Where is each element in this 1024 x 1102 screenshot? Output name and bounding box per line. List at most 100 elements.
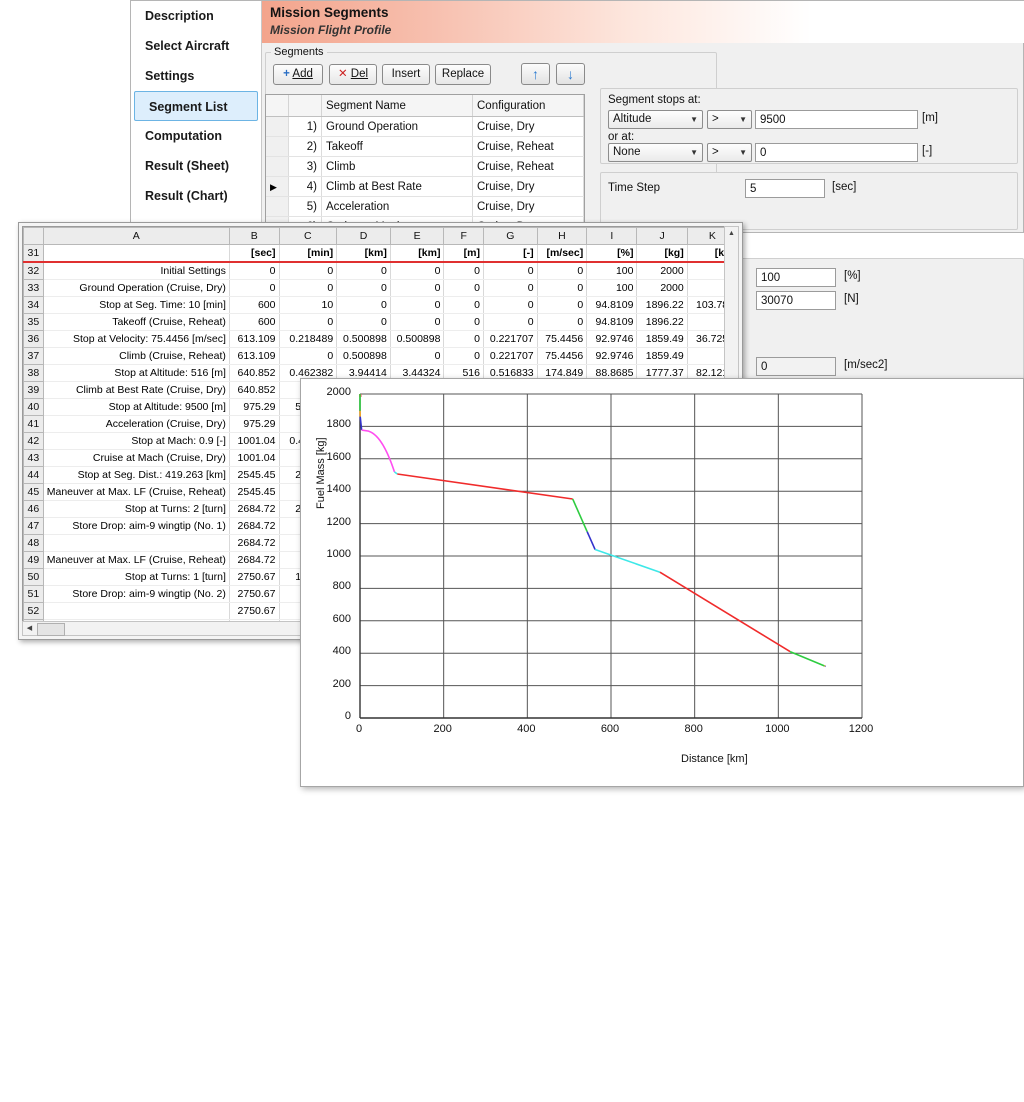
spreadsheet-cell[interactable]: Initial Settings [43,262,229,280]
spreadsheet-cell[interactable]: 92.9746 [587,331,637,348]
spreadsheet-cell[interactable]: Stop at Turns: 1 [turn] [43,569,229,586]
segment-name-cell[interactable]: Climb at Best Rate [322,177,473,197]
time-step-input[interactable] [745,179,825,198]
spreadsheet-row[interactable]: 34Stop at Seg. Time: 10 [min]60010000009… [24,297,738,314]
spreadsheet-cell[interactable]: 2750.67 [229,586,279,603]
row-header[interactable]: 31 [24,245,44,263]
primary-stop-variable-select[interactable]: Altitude▼ [608,110,703,129]
spreadsheet-cell[interactable]: 0.218489 [279,331,337,348]
spreadsheet-cell[interactable]: Cruise at Mach (Cruise, Dry) [43,450,229,467]
spreadsheet-cell[interactable]: 2684.72 [229,501,279,518]
spreadsheet-cell[interactable]: 2684.72 [229,552,279,569]
spreadsheet-cell[interactable]: Climb at Best Rate (Cruise, Dry) [43,382,229,399]
row-header[interactable]: 39 [24,382,44,399]
row-header[interactable]: 34 [24,297,44,314]
spreadsheet-cell[interactable]: 1001.04 [229,450,279,467]
segment-name-cell[interactable]: Takeoff [322,137,473,157]
spreadsheet-cell[interactable]: 0 [229,280,279,297]
spreadsheet-cell[interactable]: 0 [444,314,484,331]
row-header[interactable]: 36 [24,331,44,348]
thrust-newton-input[interactable] [756,291,836,310]
horizontal-scrollbar-thumb[interactable] [37,623,65,636]
spreadsheet-cell[interactable]: 2545.45 [229,484,279,501]
unit-cell[interactable]: [m] [444,245,484,263]
throttle-percent-input[interactable] [756,268,836,287]
spreadsheet-cell[interactable]: 0 [444,331,484,348]
spreadsheet-cell[interactable]: 0 [337,262,391,280]
scroll-left-icon[interactable]: ◀ [23,622,36,635]
move-up-button[interactable]: ↑ [521,63,550,85]
column-header-D[interactable]: D [337,228,391,245]
spreadsheet-cell[interactable]: 92.9746 [587,348,637,365]
spreadsheet-cell[interactable]: 975.29 [229,416,279,433]
table-row[interactable]: 1)Ground OperationCruise, Dry [266,117,584,137]
spreadsheet-row[interactable]: 33Ground Operation (Cruise, Dry)00000001… [24,280,738,297]
configuration-cell-selected[interactable]: Cruise, Dry [473,177,584,197]
spreadsheet-cell[interactable]: 0 [390,348,444,365]
table-row[interactable]: 3)ClimbCruise, Reheat [266,157,584,177]
spreadsheet-cell[interactable]: 75.4456 [537,331,587,348]
spreadsheet-cell[interactable]: 613.109 [229,331,279,348]
spreadsheet-cell[interactable]: 100 [587,262,637,280]
row-header[interactable]: 47 [24,518,44,535]
secondary-stop-variable-select[interactable]: None▼ [608,143,703,162]
spreadsheet-cell[interactable]: Stop at Mach: 0.9 [-] [43,433,229,450]
spreadsheet-cell[interactable]: 2545.45 [229,467,279,484]
spreadsheet-cell[interactable]: Climb (Cruise, Reheat) [43,348,229,365]
spreadsheet-cell[interactable]: 0 [229,262,279,280]
sidebar-item-segment-list[interactable]: Segment List [134,91,258,121]
sidebar-item-description[interactable]: Description [131,1,261,31]
row-header[interactable]: 33 [24,280,44,297]
spreadsheet-cell[interactable]: 0 [444,262,484,280]
spreadsheet-row[interactable]: 37Climb (Cruise, Reheat)613.10900.500898… [24,348,738,365]
spreadsheet-cell[interactable]: 1001.04 [229,433,279,450]
spreadsheet-cell[interactable]: 0 [537,297,587,314]
spreadsheet-row[interactable]: 35Takeoff (Cruise, Reheat)60000000094.81… [24,314,738,331]
spreadsheet-cell[interactable]: 600 [229,314,279,331]
table-row[interactable]: 2)TakeoffCruise, Reheat [266,137,584,157]
column-header-C[interactable]: C [279,228,337,245]
corner-cell[interactable] [24,228,44,245]
secondary-stop-value-input[interactable] [755,143,918,162]
spreadsheet-cell[interactable]: 0 [483,262,537,280]
spreadsheet-cell[interactable]: 0 [390,262,444,280]
unit-cell[interactable]: [sec] [229,245,279,263]
spreadsheet-cell[interactable]: 1896.22 [637,314,687,331]
spreadsheet-cell[interactable]: 2684.72 [229,535,279,552]
column-header-I[interactable]: I [587,228,637,245]
row-header[interactable]: 46 [24,501,44,518]
spreadsheet-cell[interactable]: 0 [279,348,337,365]
table-row[interactable]: 5)AccelerationCruise, Dry [266,197,584,217]
column-header-B[interactable]: B [229,228,279,245]
unit-cell[interactable]: [km] [390,245,444,263]
spreadsheet-cell[interactable]: Store Drop: aim-9 wingtip (No. 2) [43,586,229,603]
spreadsheet-row[interactable]: 32Initial Settings000000010020000 [24,262,738,280]
spreadsheet-cell[interactable]: 2750.67 [229,603,279,620]
sidebar-item-select-aircraft[interactable]: Select Aircraft [131,31,261,61]
spreadsheet-cell[interactable]: 0 [279,314,337,331]
row-header[interactable]: 45 [24,484,44,501]
row-header[interactable]: 43 [24,450,44,467]
unit-cell[interactable]: [kg] [637,245,687,263]
spreadsheet-cell[interactable]: 1859.49 [637,331,687,348]
column-header-J[interactable]: J [637,228,687,245]
column-header-G[interactable]: G [483,228,537,245]
unit-cell[interactable] [43,245,229,263]
spreadsheet-cell[interactable]: 0 [537,280,587,297]
row-header[interactable]: 52 [24,603,44,620]
table-row-selected[interactable]: ▶4)Climb at Best RateCruise, Dry [266,177,584,197]
spreadsheet-cell[interactable]: 0 [337,297,391,314]
configuration-cell[interactable]: Cruise, Dry [473,117,584,137]
spreadsheet-cell[interactable]: 0.500898 [337,348,391,365]
row-header[interactable]: 41 [24,416,44,433]
sidebar-item-result-sheet[interactable]: Result (Sheet) [131,151,261,181]
spreadsheet-cell[interactable]: Maneuver at Max. LF (Cruise, Reheat) [43,484,229,501]
sidebar-item-computation[interactable]: Computation [131,121,261,151]
spreadsheet-cell[interactable]: 0.500898 [390,331,444,348]
spreadsheet-cell[interactable]: 0 [444,297,484,314]
spreadsheet-cell[interactable]: 10 [279,297,337,314]
unit-cell[interactable]: [-] [483,245,537,263]
spreadsheet-cell[interactable] [43,603,229,620]
move-down-button[interactable]: ↓ [556,63,585,85]
configuration-cell[interactable]: Cruise, Dry [473,197,584,217]
